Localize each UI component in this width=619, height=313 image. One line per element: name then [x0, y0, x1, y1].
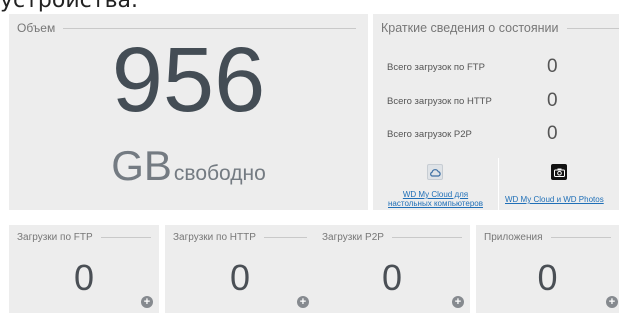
photos-app-link[interactable]: WD My Cloud и WD Photos: [505, 195, 604, 204]
summary-row-label: Всего загрузок по HTTP: [387, 95, 492, 107]
desktop-app-link-cell[interactable]: WD My Cloud для настольных компьютеров: [373, 158, 498, 210]
cloud-icon: [427, 164, 443, 180]
summary-row-label: Всего загрузок по FTP: [387, 61, 485, 73]
summary-row-ftp: Всего загрузок по FTP 0: [387, 56, 587, 78]
divider: [263, 237, 307, 238]
stat-title: Приложения: [484, 232, 543, 243]
link-line-1: WD My Cloud для: [402, 190, 469, 199]
add-icon[interactable]: +: [141, 296, 153, 308]
apps-panel: Приложения 0 +: [476, 225, 619, 313]
divider: [550, 237, 611, 238]
summary-title: Краткие сведения о состоянии: [381, 21, 559, 35]
stat-title: Загрузки P2P: [322, 232, 384, 243]
page-intro-text: устройства.: [0, 0, 139, 13]
stat-value: 0: [381, 257, 403, 298]
stat-value: 0: [73, 257, 95, 298]
stat-value: 0: [537, 257, 558, 298]
stat-header: Приложения: [484, 232, 611, 243]
ftp-downloads-panel: Загрузки по FTP 0 +: [9, 225, 159, 313]
stat-value: 0: [229, 257, 251, 298]
stat-header: Загрузки P2P: [322, 232, 462, 243]
stat-header: Загрузки по FTP: [17, 232, 151, 243]
camera-icon: [551, 164, 567, 180]
divider: [391, 237, 462, 238]
summary-row-value: 0: [547, 56, 558, 77]
volume-panel: Объем 956 GB свободно: [9, 14, 368, 210]
stat-header: Загрузки по HTTP: [173, 232, 307, 243]
summary-panel-header: Краткие сведения о состоянии: [381, 21, 619, 35]
divider: [100, 237, 151, 238]
free-space-value: 956: [111, 29, 266, 131]
free-space-unit: GB свободно: [9, 142, 368, 190]
p2p-downloads-panel: Загрузки P2P 0 +: [314, 225, 470, 313]
summary-row-http: Всего загрузок по HTTP 0: [387, 90, 587, 112]
unit-label: GB: [111, 142, 172, 189]
free-label: свободно: [173, 162, 266, 185]
add-icon[interactable]: +: [606, 296, 618, 308]
desktop-app-link[interactable]: WD My Cloud для настольных компьютеров: [375, 190, 496, 208]
summary-row-p2p: Всего загрузок P2P 0: [387, 123, 587, 145]
status-summary-panel: Краткие сведения о состоянии Всего загру…: [373, 14, 619, 210]
summary-row-value: 0: [547, 90, 558, 111]
stat-title: Загрузки по FTP: [17, 232, 93, 243]
add-icon[interactable]: +: [452, 296, 464, 308]
summary-row-label: Всего загрузок P2P: [387, 128, 472, 140]
volume-title: Объем: [17, 21, 56, 35]
http-downloads-panel: Загрузки по HTTP 0 +: [165, 225, 315, 313]
divider: [566, 27, 619, 29]
photos-app-link-cell[interactable]: WD My Cloud и WD Photos: [499, 158, 619, 210]
link-line-2: настольных компьютеров: [388, 199, 483, 209]
summary-row-value: 0: [547, 123, 558, 144]
stat-title: Загрузки по HTTP: [173, 232, 256, 243]
add-icon[interactable]: +: [297, 296, 309, 308]
app-links-row: WD My Cloud для настольных компьютеров W…: [373, 158, 619, 210]
